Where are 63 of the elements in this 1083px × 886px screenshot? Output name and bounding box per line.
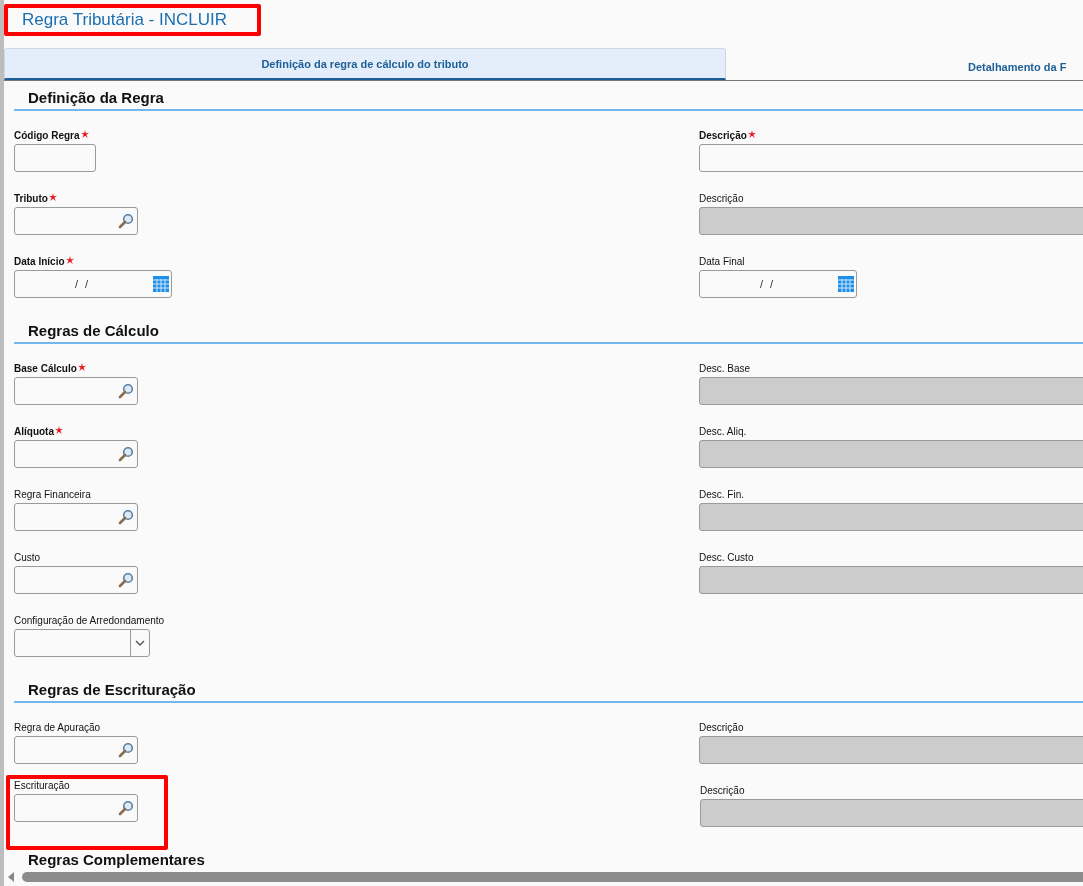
search-icon[interactable] bbox=[118, 213, 134, 229]
readonly-field[interactable] bbox=[699, 566, 1083, 594]
required-icon bbox=[747, 130, 756, 138]
input-field[interactable] bbox=[699, 144, 1083, 172]
lookup-field[interactable] bbox=[14, 503, 138, 531]
field-label: Desc. Aliq. bbox=[699, 426, 747, 437]
field-label: Regra de Apuração bbox=[14, 722, 101, 733]
readonly-field[interactable] bbox=[699, 503, 1083, 531]
search-icon[interactable] bbox=[118, 383, 134, 399]
date-field[interactable]: / / bbox=[14, 270, 172, 298]
field-label: Regra Financeira bbox=[14, 489, 91, 500]
required-icon bbox=[48, 193, 57, 201]
required-icon bbox=[80, 130, 89, 138]
tab[interactable]: Detalhamento da F bbox=[726, 48, 1083, 80]
lookup-field[interactable] bbox=[14, 794, 138, 822]
required-icon bbox=[65, 256, 74, 264]
readonly-field[interactable] bbox=[700, 799, 1083, 827]
field-label: Alíquota bbox=[14, 426, 54, 437]
calendar-icon[interactable] bbox=[153, 276, 169, 292]
field-label: Data Início bbox=[14, 256, 65, 267]
field-label: Tributo bbox=[14, 193, 48, 204]
field-label: Código Regra bbox=[14, 130, 80, 141]
caret-icon bbox=[135, 640, 145, 646]
required-icon bbox=[77, 363, 86, 371]
section-title: Definição da Regra bbox=[28, 89, 164, 106]
scrollbar-thumb[interactable] bbox=[22, 872, 1083, 882]
readonly-field[interactable] bbox=[699, 377, 1083, 405]
field-label: Custo bbox=[14, 552, 41, 563]
field-label: Descrição bbox=[699, 722, 744, 733]
section-title: Regras Complementares bbox=[28, 851, 205, 868]
lookup-field[interactable] bbox=[14, 440, 138, 468]
field-label: Desc. Fin. bbox=[699, 489, 744, 500]
lookup-field[interactable] bbox=[14, 377, 138, 405]
readonly-field[interactable] bbox=[699, 440, 1083, 468]
scroll-left-icon[interactable] bbox=[8, 872, 14, 882]
section-title: Regras de Cálculo bbox=[28, 322, 159, 339]
required-icon bbox=[55, 426, 63, 434]
page-title: Regra Tributária - INCLUIR bbox=[22, 10, 227, 29]
readonly-field[interactable] bbox=[699, 207, 1083, 235]
select-field[interactable] bbox=[14, 629, 150, 657]
field-label: Desc. Base bbox=[699, 363, 751, 374]
field-label: Descrição bbox=[700, 785, 745, 796]
search-icon[interactable] bbox=[118, 572, 134, 588]
section-title: Regras de Escrituração bbox=[28, 681, 196, 698]
lookup-field[interactable] bbox=[14, 207, 138, 235]
tab[interactable]: Definição da regra de cálculo do tributo bbox=[4, 48, 726, 80]
date-field[interactable]: / / bbox=[699, 270, 857, 298]
search-icon[interactable] bbox=[118, 800, 134, 816]
field-label: Base Cálculo bbox=[14, 363, 77, 374]
field-label: Configuração de Arredondamento bbox=[14, 615, 165, 626]
field-label: Data Final bbox=[699, 256, 745, 267]
input-field[interactable] bbox=[14, 144, 96, 172]
field-label: Descrição bbox=[699, 130, 747, 141]
search-icon[interactable] bbox=[118, 509, 134, 525]
field-label: Desc. Custo bbox=[699, 552, 754, 563]
lookup-field[interactable] bbox=[14, 566, 138, 594]
field-label: Descrição bbox=[699, 193, 744, 204]
search-icon[interactable] bbox=[118, 742, 134, 758]
calendar-icon[interactable] bbox=[838, 276, 854, 292]
lookup-field[interactable] bbox=[14, 736, 138, 764]
field-label: Escrituração bbox=[14, 780, 70, 791]
search-icon[interactable] bbox=[118, 446, 134, 462]
readonly-field[interactable] bbox=[699, 736, 1083, 764]
